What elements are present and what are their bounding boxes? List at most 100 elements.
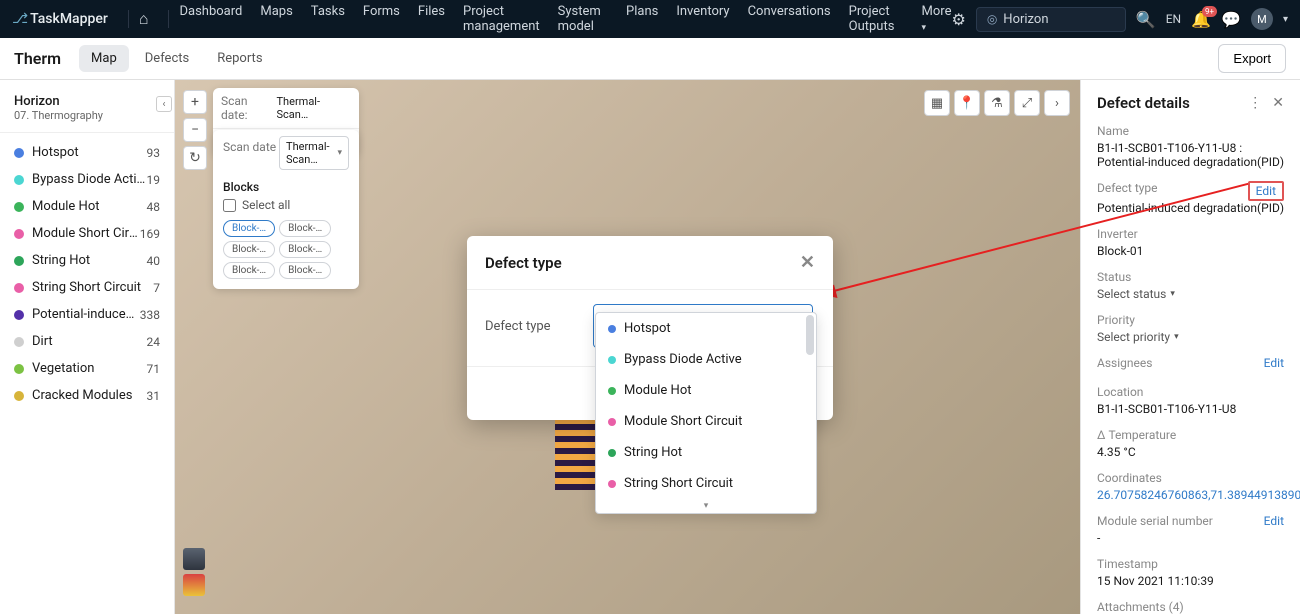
block-chip[interactable]: Block-… (279, 220, 331, 237)
nav-plans[interactable]: Plans (626, 4, 658, 34)
defect-count: 93 (147, 146, 161, 160)
defect-row[interactable]: Cracked Modules31 (0, 382, 174, 409)
dropdown-option[interactable]: String Hot (596, 437, 816, 468)
nav-files[interactable]: Files (418, 4, 445, 34)
app-logo[interactable]: ⎇ TaskMapper (12, 11, 108, 27)
more-icon[interactable]: ⋮ (1248, 95, 1262, 111)
priority-select[interactable]: Select priority▾ (1097, 330, 1284, 344)
nav-more[interactable]: More ▾ (922, 4, 952, 34)
edit-serial-button[interactable]: Edit (1264, 514, 1284, 528)
nav-project-management[interactable]: Project management (463, 4, 540, 34)
type-value: Potential-induced degradation(PID) (1097, 201, 1284, 215)
dropdown-option[interactable]: Bypass Diode Active (596, 344, 816, 375)
status-select[interactable]: Select status▾ (1097, 287, 1284, 301)
serial-label: Module serial number (1097, 514, 1213, 528)
top-right: ⚙ ◎ Horizon 🔍 EN 🔔9+ 💬 M ▾ (951, 7, 1288, 32)
nav-dashboard[interactable]: Dashboard (179, 4, 242, 34)
modal-title: Defect type (485, 254, 562, 272)
select-all-checkbox[interactable]: Select all (223, 198, 349, 212)
edit-type-button[interactable]: Edit (1248, 181, 1284, 201)
zoom-out-button[interactable]: − (183, 118, 207, 142)
defect-row[interactable]: Potential-induced de…338 (0, 301, 174, 328)
defect-row[interactable]: Module Hot48 (0, 193, 174, 220)
export-button[interactable]: Export (1218, 44, 1286, 73)
color-dot (14, 283, 24, 293)
defect-label: Potential-induced de… (32, 307, 140, 322)
block-chip[interactable]: Block-… (279, 241, 331, 258)
chat-icon[interactable]: 💬 (1221, 10, 1241, 29)
top-nav: Dashboard Maps Tasks Forms Files Project… (179, 4, 951, 34)
option-label: Hotspot (624, 321, 671, 336)
lang-label[interactable]: EN (1166, 12, 1181, 26)
divider (128, 10, 129, 28)
topbar: ⎇ TaskMapper ⌂ Dashboard Maps Tasks Form… (0, 0, 1300, 38)
color-dot (14, 364, 24, 374)
tab-defects[interactable]: Defects (133, 45, 201, 72)
chevron-down-icon: ▾ (1174, 332, 1179, 342)
block-chip[interactable]: Block-… (223, 220, 275, 237)
block-chip[interactable]: Block-… (223, 241, 275, 258)
inverter-label: Inverter (1097, 227, 1284, 241)
select-all-input[interactable] (223, 199, 236, 212)
bell-icon[interactable]: 🔔9+ (1191, 10, 1211, 29)
layer-thumb-1[interactable] (183, 548, 205, 570)
dropdown-option[interactable]: String Short Circuit (596, 468, 816, 499)
close-icon[interactable]: ✕ (1272, 95, 1284, 111)
color-dot (608, 480, 616, 488)
collapse-left-icon[interactable]: ‹ (156, 96, 172, 112)
defect-row[interactable]: String Short Circuit7 (0, 274, 174, 301)
notification-badge: 9+ (1202, 6, 1217, 17)
block-chip[interactable]: Block-… (223, 262, 275, 279)
gear-icon[interactable]: ⚙ (951, 10, 965, 29)
grid-icon[interactable]: ▦ (924, 90, 950, 116)
edit-assignees-button[interactable]: Edit (1264, 356, 1284, 370)
defect-count: 40 (147, 254, 161, 268)
search-box[interactable]: ◎ Horizon (976, 7, 1126, 32)
nav-maps[interactable]: Maps (260, 4, 292, 34)
defect-row[interactable]: Dirt24 (0, 328, 174, 355)
filter-scan-date-row[interactable]: Scan date: Thermal-Scan… (213, 88, 359, 129)
scan-date-label: Scan date: (221, 94, 276, 122)
nav-project-outputs[interactable]: Project Outputs (849, 4, 904, 34)
refresh-button[interactable]: ↻ (183, 146, 207, 170)
defect-row[interactable]: Hotspot93 (0, 139, 174, 166)
defect-count: 31 (147, 389, 161, 403)
pin-icon[interactable]: 📍 (954, 90, 980, 116)
layer-thumb-2[interactable] (183, 574, 205, 596)
block-chip[interactable]: Block-… (279, 262, 331, 279)
defect-row[interactable]: Bypass Diode Active19 (0, 166, 174, 193)
chevron-down-icon[interactable]: ▾ (596, 499, 816, 513)
scrollbar[interactable] (806, 315, 814, 355)
scan-date-dropdown[interactable]: Thermal-Scan… ▾ (279, 136, 349, 170)
dropdown-option[interactable]: Hotspot (596, 313, 816, 344)
nav-conversations[interactable]: Conversations (748, 4, 831, 34)
nav-tasks[interactable]: Tasks (311, 4, 345, 34)
nav-system-model[interactable]: System model (558, 4, 608, 34)
defect-list: Hotspot93Bypass Diode Active19Module Hot… (0, 133, 174, 415)
dropdown-option[interactable]: Module Hot (596, 375, 816, 406)
avatar[interactable]: M (1251, 8, 1273, 30)
defect-row[interactable]: Vegetation71 (0, 355, 174, 382)
color-dot (14, 175, 24, 185)
nav-forms[interactable]: Forms (363, 4, 400, 34)
color-dot (608, 356, 616, 364)
home-icon[interactable]: ⌂ (139, 9, 149, 29)
defect-count: 19 (147, 173, 161, 187)
expand-icon[interactable]: ⤢ (1014, 90, 1040, 116)
nav-inventory[interactable]: Inventory (676, 4, 729, 34)
filter-icon[interactable]: ⚗ (984, 90, 1010, 116)
dropdown-option[interactable]: Module Short Circuit (596, 406, 816, 437)
coord-value[interactable]: 26.70758246760863,71.38944913890579 (1097, 488, 1284, 502)
tab-map[interactable]: Map (79, 45, 129, 72)
search-icon[interactable]: 🔍 (1136, 10, 1156, 29)
search-value: Horizon (1003, 12, 1048, 27)
defect-row[interactable]: Module Short Circuit169 (0, 220, 174, 247)
secondbar: Therm Map Defects Reports Export (0, 38, 1300, 80)
tab-reports[interactable]: Reports (205, 45, 274, 72)
chevron-down-icon[interactable]: ▾ (1283, 14, 1288, 25)
defect-type-dropdown[interactable]: Hotspot Bypass Diode ActiveModule HotModu… (595, 312, 817, 514)
zoom-in-button[interactable]: + (183, 90, 207, 114)
chevron-right-icon[interactable]: › (1044, 90, 1070, 116)
close-icon[interactable]: ✕ (800, 252, 815, 273)
defect-row[interactable]: String Hot40 (0, 247, 174, 274)
